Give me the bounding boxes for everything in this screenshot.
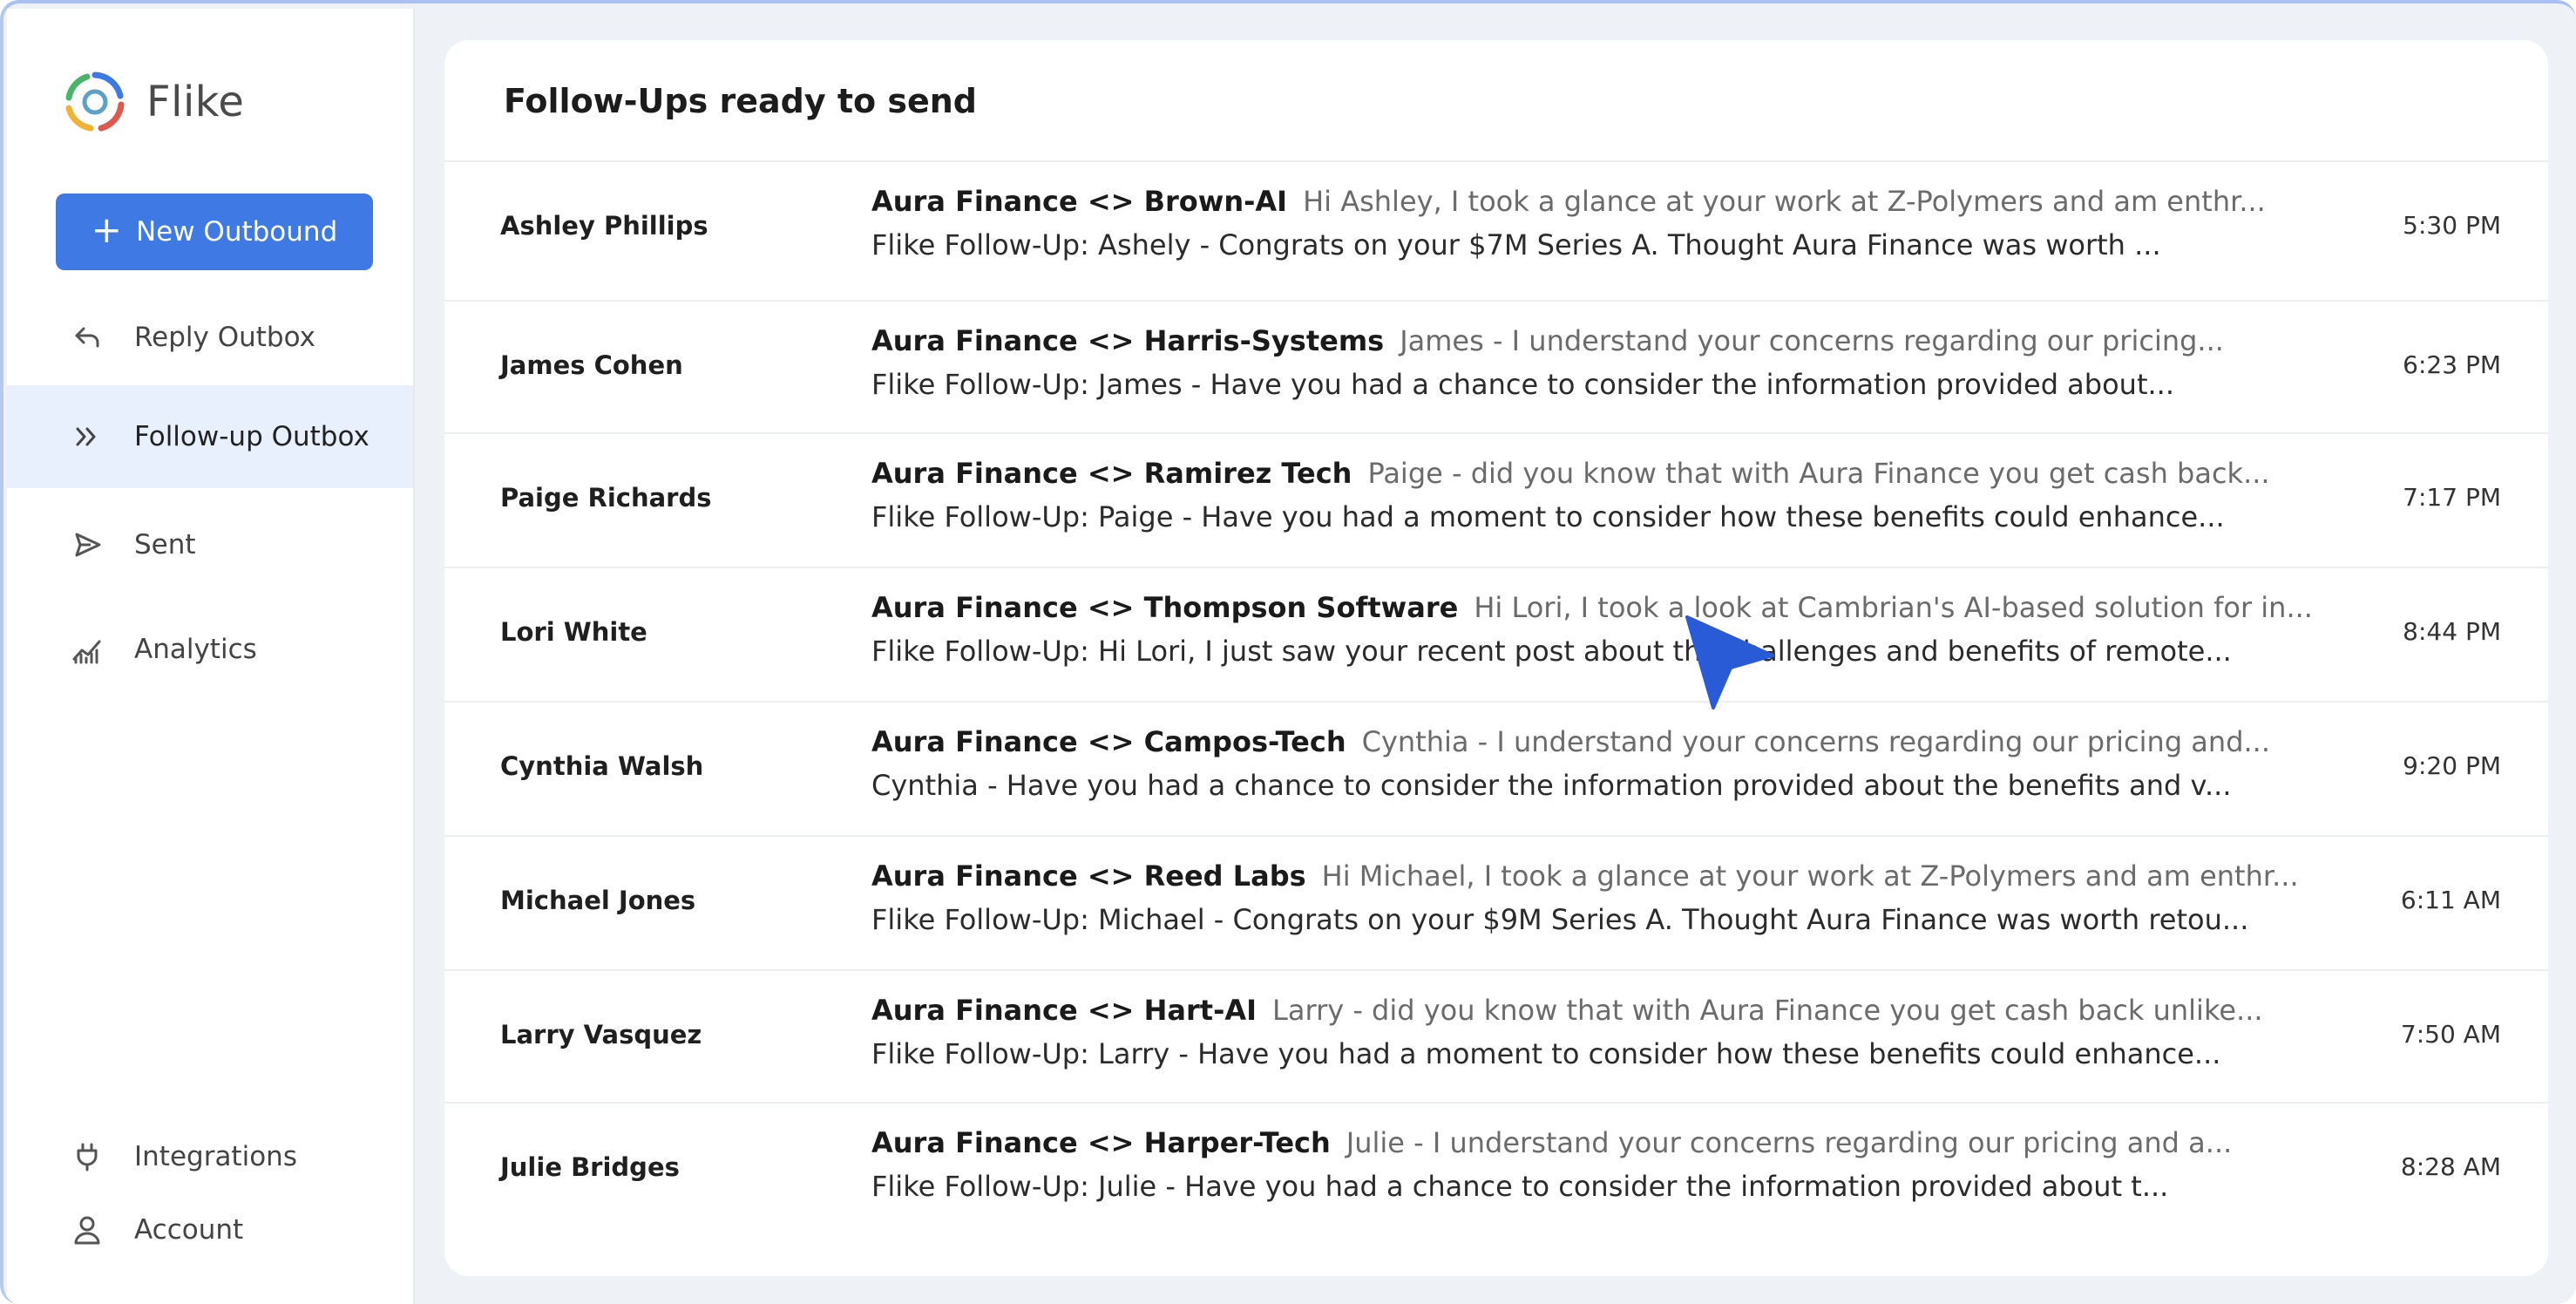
nav-account-label: Account <box>134 1214 244 1246</box>
follow-up-text: Flike Follow-Up: Hi Lori, I just saw you… <box>871 635 2232 668</box>
app-name: Flike <box>146 78 245 126</box>
nav-account[interactable]: Account <box>7 1178 413 1281</box>
email-preview: Hi Ashley, I took a glance at your work … <box>1303 185 2266 218</box>
email-preview: Hi Michael, I took a glance at your work… <box>1321 859 2299 893</box>
email-preview: Cynthia - I understand your concerns reg… <box>1361 725 2271 758</box>
nav-follow-up-outbox[interactable]: Follow-up Outbox <box>7 385 413 488</box>
brand: Flike <box>63 70 244 134</box>
email-subject: Aura Finance <> Campos-Tech <box>871 725 1346 758</box>
email-subject: Aura Finance <> Thompson Software <box>871 591 1459 624</box>
new-outbound-label: New Outbound <box>135 216 338 248</box>
email-time: 6:11 AM <box>2400 886 2501 914</box>
email-subject-line: Aura Finance <> Harris-Systems James - I … <box>871 324 2224 357</box>
email-subject-line: Aura Finance <> Brown-AI Hi Ashley, I too… <box>871 185 2266 218</box>
nav-reply-outbox[interactable]: Reply Outbox <box>7 286 413 389</box>
app-window: Flike + New Outbound Reply Outbox Follow… <box>0 0 2576 1304</box>
follow-up-text: Cynthia - Have you had a chance to consi… <box>871 769 2232 802</box>
follow-up-text: Flike Follow-Up: Michael - Congrats on y… <box>871 903 2249 936</box>
email-preview: Julie - I understand your concerns regar… <box>1346 1126 2233 1159</box>
nav-follow-up-outbox-label: Follow-up Outbox <box>134 421 369 452</box>
email-row[interactable]: Julie Bridges Aura Finance <> Harper-Tec… <box>444 1102 2548 1234</box>
email-row[interactable]: James Cohen Aura Finance <> Harris-Syste… <box>444 300 2548 432</box>
email-time: 5:30 PM <box>2403 211 2501 240</box>
email-preview: Paige - did you know that with Aura Fina… <box>1367 457 2270 490</box>
email-subject-line: Aura Finance <> Harper-Tech Julie - I und… <box>871 1126 2232 1159</box>
email-subject-line: Aura Finance <> Reed Labs Hi Michael, I t… <box>871 859 2299 893</box>
page-title: Follow-Ups ready to send <box>504 82 977 120</box>
recipient-name: Lori White <box>500 617 647 647</box>
follow-up-text: Flike Follow-Up: Paige - Have you had a … <box>871 500 2225 533</box>
email-subject: Aura Finance <> Hart-AI <box>871 994 1257 1027</box>
recipient-name: Julie Bridges <box>500 1152 680 1182</box>
email-row[interactable]: Ashley Phillips Aura Finance <> Brown-AI… <box>444 160 2548 293</box>
pointer-cursor-icon <box>1670 610 1783 718</box>
user-icon <box>70 1212 105 1247</box>
email-time: 7:50 AM <box>2400 1020 2501 1049</box>
email-preview: Larry - did you know that with Aura Fina… <box>1272 994 2263 1027</box>
email-time: 8:44 PM <box>2403 617 2501 646</box>
follow-ups-panel: Follow-Ups ready to send Ashley Phillips… <box>444 40 2548 1276</box>
email-subject-line: Aura Finance <> Hart-AI Larry - did you k… <box>871 994 2263 1027</box>
sidebar: Flike + New Outbound Reply Outbox Follow… <box>7 9 415 1304</box>
nav-sent[interactable]: Sent <box>7 493 413 596</box>
flike-logo-icon <box>65 71 125 132</box>
email-subject: Aura Finance <> Ramirez Tech <box>871 457 1352 490</box>
recipient-name: Larry Vasquez <box>500 1020 702 1049</box>
email-subject: Aura Finance <> Brown-AI <box>871 185 1288 218</box>
email-time: 7:17 PM <box>2403 483 2501 512</box>
recipient-name: Michael Jones <box>500 886 696 915</box>
recipient-name: Cynthia Walsh <box>500 751 704 781</box>
reply-icon <box>70 320 105 355</box>
email-preview: Hi Lori, I took a look at Cambrian's AI-… <box>1474 591 2313 624</box>
email-time: 9:20 PM <box>2403 751 2501 780</box>
email-row[interactable]: Michael Jones Aura Finance <> Reed Labs H… <box>444 835 2548 968</box>
send-icon <box>70 527 105 562</box>
follow-up-text: Flike Follow-Up: Ashely - Congrats on yo… <box>871 228 2161 261</box>
nav-sent-label: Sent <box>134 529 196 560</box>
nav-integrations-label: Integrations <box>134 1141 297 1172</box>
new-outbound-button[interactable]: + New Outbound <box>56 194 373 270</box>
plus-icon: + <box>91 208 122 251</box>
email-subject: Aura Finance <> Harris-Systems <box>871 324 1385 357</box>
follow-up-text: Flike Follow-Up: James - Have you had a … <box>871 368 2175 401</box>
recipient-name: Ashley Phillips <box>500 211 708 241</box>
plug-icon <box>70 1139 105 1174</box>
email-subject-line: Aura Finance <> Thompson Software Hi Lori… <box>871 591 2313 624</box>
analytics-icon <box>70 632 105 667</box>
nav-analytics[interactable]: Analytics <box>7 598 413 701</box>
email-row[interactable]: Cynthia Walsh Aura Finance <> Campos-Tec… <box>444 701 2548 833</box>
email-preview: James - I understand your concerns regar… <box>1400 324 2224 357</box>
nav-reply-outbox-label: Reply Outbox <box>134 322 315 353</box>
email-row[interactable]: Paige Richards Aura Finance <> Ramirez T… <box>444 432 2548 565</box>
email-subject: Aura Finance <> Reed Labs <box>871 859 1306 893</box>
email-time: 6:23 PM <box>2403 350 2501 379</box>
recipient-name: Paige Richards <box>500 483 712 513</box>
follow-up-text: Flike Follow-Up: Julie - Have you had a … <box>871 1170 2169 1203</box>
email-subject-line: Aura Finance <> Ramirez Tech Paige - did … <box>871 457 2270 490</box>
email-row[interactable]: Lori White Aura Finance <> Thompson Soft… <box>444 567 2548 699</box>
recipient-name: James Cohen <box>500 350 683 380</box>
email-row[interactable]: Larry Vasquez Aura Finance <> Hart-AI Lar… <box>444 969 2548 1102</box>
follow-up-text: Flike Follow-Up: Larry - Have you had a … <box>871 1037 2221 1070</box>
email-subject: Aura Finance <> Harper-Tech <box>871 1126 1331 1159</box>
nav-analytics-label: Analytics <box>134 634 257 665</box>
double-chevron-right-icon <box>70 419 105 454</box>
email-subject-line: Aura Finance <> Campos-Tech Cynthia - I u… <box>871 725 2270 758</box>
email-time: 8:28 AM <box>2400 1152 2501 1181</box>
